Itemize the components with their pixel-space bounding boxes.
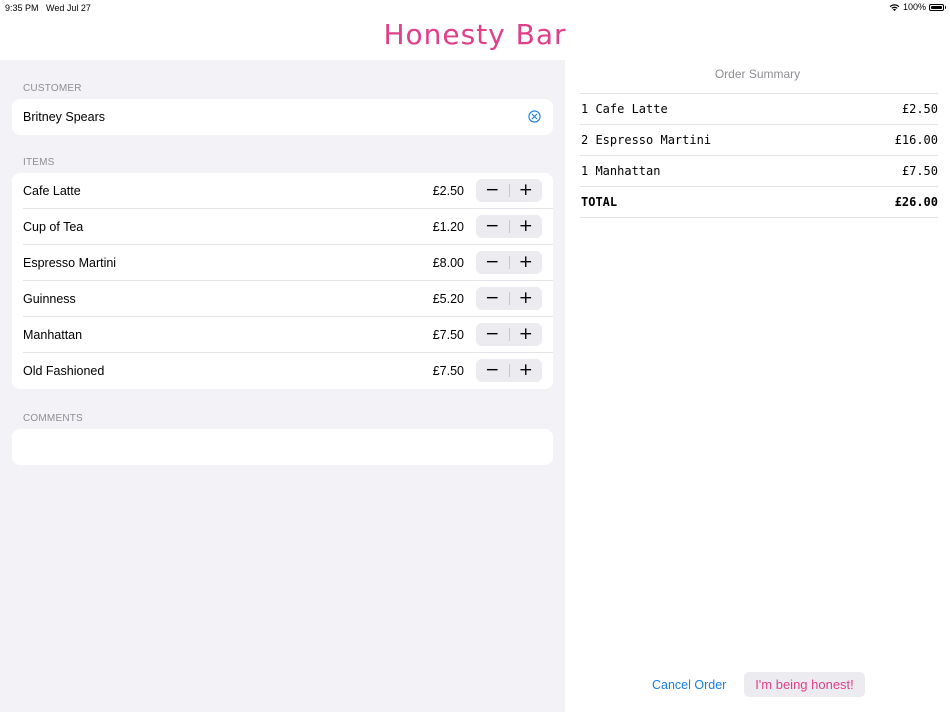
item-row: Old Fashioned £7.50 − + [23,353,553,389]
decrement-button[interactable]: − [476,287,509,310]
item-price: £7.50 [432,328,464,342]
comments-section-header: COMMENTS [23,413,83,424]
decrement-button[interactable]: − [476,359,509,382]
item-name: Cup of Tea [23,220,84,234]
app-screen: 9:35 PM Wed Jul 27 100% Honesty Bar CUST… [0,0,950,712]
summary-line-amount: £2.50 [901,102,938,116]
status-indicators: 100% [889,2,946,12]
item-price: £1.20 [432,220,464,234]
summary-total-label: TOTAL [581,195,618,209]
increment-button[interactable]: + [510,287,543,310]
decrement-button[interactable]: − [476,179,509,202]
status-time: 9:35 PM [5,3,39,13]
item-name: Old Fashioned [23,364,105,378]
cancel-order-button[interactable]: Cancel Order [652,678,726,692]
item-price: £8.00 [432,256,464,270]
item-row: Manhattan £7.50 − + [23,317,553,353]
battery-percent: 100% [902,2,926,12]
item-price: £5.20 [432,292,464,306]
status-date: Wed Jul 27 [46,3,91,13]
item-name: Manhattan [23,328,83,342]
order-form: CUSTOMER Britney Spears ITEMS Cafe Latte… [0,60,565,712]
quantity-stepper[interactable]: − + [476,323,542,346]
customer-field[interactable]: Britney Spears [12,99,553,135]
app-title: Honesty Bar [383,18,567,51]
summary-line: 1 Manhattan £7.50 [580,156,938,187]
comments-field[interactable] [12,429,553,465]
increment-button[interactable]: + [510,251,543,274]
summary-line-amount: £16.00 [894,133,938,147]
items-list: Cafe Latte £2.50 − + Cup of Tea £1.20 − … [12,173,553,389]
quantity-stepper[interactable]: − + [476,251,542,274]
item-row: Guinness £5.20 − + [23,281,553,317]
item-name: Guinness [23,292,76,306]
wifi-icon [889,3,900,11]
item-price: £7.50 [432,364,464,378]
summary-line-desc: 1 Manhattan [581,164,661,178]
customer-name-value[interactable]: Britney Spears [23,110,105,124]
increment-button[interactable]: + [510,179,543,202]
item-row: Cafe Latte £2.50 − + [23,173,553,209]
item-price: £2.50 [432,184,464,198]
summary-total-row: TOTAL £26.00 [580,187,938,218]
item-name: Cafe Latte [23,184,81,198]
quantity-stepper[interactable]: − + [476,359,542,382]
decrement-button[interactable]: − [476,323,509,346]
status-bar: 9:35 PM Wed Jul 27 100% [0,0,950,16]
battery-icon [929,3,946,11]
confirm-honest-button[interactable]: I'm being honest! [744,672,865,697]
summary-line-desc: 1 Cafe Latte [581,102,668,116]
summary-line: 2 Espresso Martini £16.00 [580,125,938,156]
clear-circle-icon[interactable] [528,110,541,123]
quantity-stepper[interactable]: − + [476,179,542,202]
summary-line-amount: £7.50 [901,164,938,178]
increment-button[interactable]: + [510,323,543,346]
decrement-button[interactable]: − [476,251,509,274]
decrement-button[interactable]: − [476,215,509,238]
summary-line-desc: 2 Espresso Martini [581,133,712,147]
summary-list: 1 Cafe Latte £2.50 2 Espresso Martini £1… [580,93,938,218]
summary-title: Order Summary [714,67,801,81]
increment-button[interactable]: + [510,215,543,238]
item-name: Espresso Martini [23,256,117,270]
quantity-stepper[interactable]: − + [476,287,542,310]
item-row: Espresso Martini £8.00 − + [23,245,553,281]
items-section-header: ITEMS [23,157,55,168]
order-summary-panel: Order Summary 1 Cafe Latte £2.50 2 Espre… [565,60,950,712]
summary-total-amount: £26.00 [894,195,938,209]
increment-button[interactable]: + [510,359,543,382]
customer-section-header: CUSTOMER [23,83,82,94]
quantity-stepper[interactable]: − + [476,215,542,238]
item-row: Cup of Tea £1.20 − + [23,209,553,245]
summary-line: 1 Cafe Latte £2.50 [580,94,938,125]
